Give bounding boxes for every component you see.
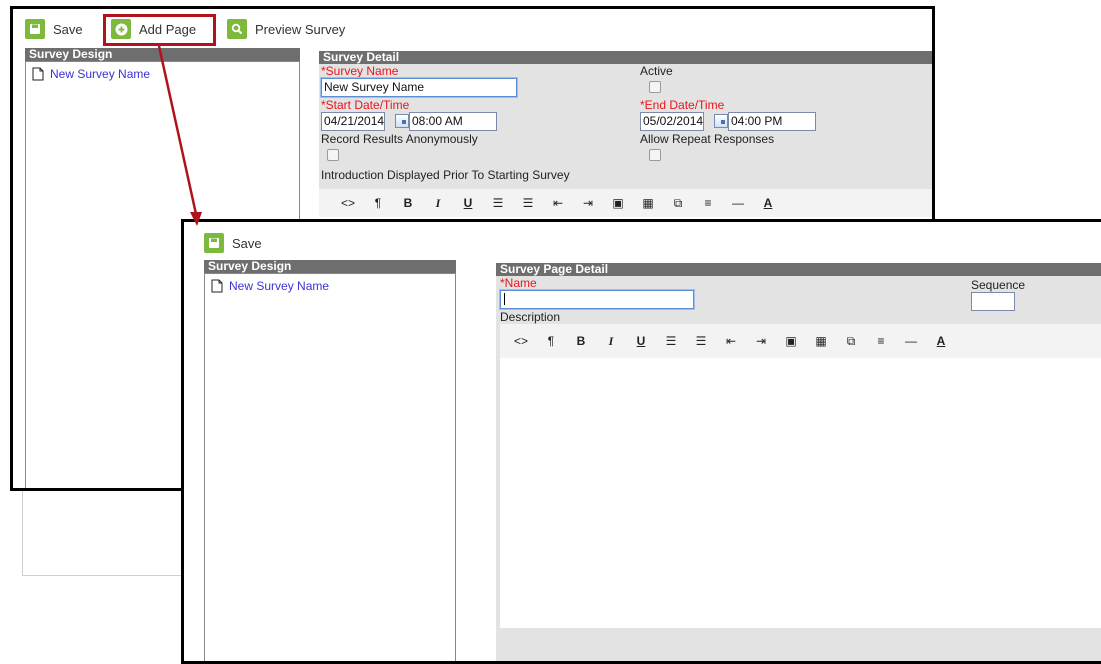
preview-survey-button[interactable]: Preview Survey bbox=[227, 17, 345, 41]
indent-button[interactable]: ⇥ bbox=[573, 196, 603, 210]
active-label: Active bbox=[640, 64, 673, 78]
document-icon bbox=[211, 279, 223, 293]
paragraph-button[interactable]: ¶ bbox=[363, 196, 393, 210]
font-color-button[interactable]: A bbox=[753, 196, 783, 210]
unordered-list-button[interactable]: ☰ bbox=[656, 334, 686, 348]
end-date-label: *End Date/Time bbox=[640, 98, 725, 112]
description-label: Description bbox=[500, 310, 561, 324]
start-date-field[interactable]: 04/21/2014 bbox=[321, 112, 385, 131]
survey-page-detail-header: Survey Page Detail bbox=[496, 263, 1101, 276]
source-code-button[interactable]: <> bbox=[333, 196, 363, 210]
survey-page-detail-panel: *Name Sequence Description <> ¶ B I U ☰ … bbox=[496, 276, 1101, 661]
align-button[interactable]: ≡ bbox=[866, 334, 896, 348]
save-button[interactable]: Save bbox=[204, 231, 262, 255]
bold-button[interactable]: B bbox=[393, 196, 423, 210]
tree-item-survey[interactable]: New Survey Name bbox=[32, 67, 150, 81]
survey-detail-header: Survey Detail bbox=[319, 51, 932, 64]
repeat-label: Allow Repeat Responses bbox=[640, 132, 775, 146]
table-button[interactable]: ▦ bbox=[633, 196, 663, 210]
ordered-list-button[interactable]: ☰ bbox=[513, 196, 543, 210]
table-button[interactable]: ▦ bbox=[806, 334, 836, 348]
save-button[interactable]: Save bbox=[25, 17, 83, 41]
description-editor-toolbar: <> ¶ B I U ☰ ☰ ⇤ ⇥ ▣ ▦ ⧉ ≡ — A bbox=[500, 324, 1101, 358]
add-page-highlight bbox=[103, 14, 216, 46]
preview-survey-label: Preview Survey bbox=[255, 21, 346, 37]
font-color-button[interactable]: A bbox=[926, 334, 956, 348]
start-date-label: *Start Date/Time bbox=[321, 98, 410, 112]
bold-button[interactable]: B bbox=[566, 334, 596, 348]
horizontal-rule-button[interactable]: — bbox=[723, 196, 753, 210]
tree-item-label: New Survey Name bbox=[50, 67, 151, 81]
survey-page-editor-screenshot: Save Survey Design New Survey Name Surve… bbox=[181, 219, 1101, 664]
document-icon bbox=[32, 67, 44, 81]
italic-button[interactable]: I bbox=[596, 334, 626, 349]
source-code-button[interactable]: <> bbox=[506, 334, 536, 348]
page-name-label: *Name bbox=[500, 276, 537, 290]
background-panel bbox=[22, 480, 182, 576]
introduction-label: Introduction Displayed Prior To Starting… bbox=[321, 168, 570, 182]
image-button[interactable]: ▣ bbox=[603, 196, 633, 210]
outdent-button[interactable]: ⇤ bbox=[716, 334, 746, 348]
horizontal-rule-button[interactable]: — bbox=[896, 334, 926, 348]
unordered-list-button[interactable]: ☰ bbox=[483, 196, 513, 210]
survey-design-header: Survey Design bbox=[25, 48, 300, 61]
end-date-field[interactable]: 05/02/2014 bbox=[640, 112, 704, 131]
text-cursor bbox=[504, 293, 505, 305]
outdent-button[interactable]: ⇤ bbox=[543, 196, 573, 210]
survey-design-header: Survey Design bbox=[204, 260, 456, 273]
underline-button[interactable]: U bbox=[626, 334, 656, 348]
survey-design-tree: New Survey Name bbox=[204, 273, 456, 661]
indent-button[interactable]: ⇥ bbox=[746, 334, 776, 348]
search-icon bbox=[227, 19, 247, 39]
image-button[interactable]: ▣ bbox=[776, 334, 806, 348]
save-icon bbox=[204, 233, 224, 253]
survey-detail-panel: *Survey Name New Survey Name Active *Sta… bbox=[319, 64, 932, 189]
description-editor-area[interactable] bbox=[500, 358, 1101, 628]
tree-item-survey[interactable]: New Survey Name bbox=[211, 279, 329, 293]
anonymous-checkbox[interactable] bbox=[327, 149, 339, 161]
underline-button[interactable]: U bbox=[453, 196, 483, 210]
save-label: Save bbox=[232, 235, 262, 251]
survey-name-label: *Survey Name bbox=[321, 64, 399, 78]
repeat-checkbox[interactable] bbox=[649, 149, 661, 161]
sequence-label: Sequence bbox=[971, 278, 1026, 292]
sequence-field[interactable] bbox=[971, 292, 1015, 311]
link-button[interactable]: ⧉ bbox=[836, 334, 866, 349]
intro-editor-toolbar: <> ¶ B I U ☰ ☰ ⇤ ⇥ ▣ ▦ ⧉ ≡ — A bbox=[319, 189, 932, 217]
tree-item-label: New Survey Name bbox=[229, 279, 330, 293]
italic-button[interactable]: I bbox=[423, 196, 453, 211]
survey-name-field[interactable]: New Survey Name bbox=[321, 78, 517, 97]
paragraph-button[interactable]: ¶ bbox=[536, 334, 566, 348]
save-label: Save bbox=[53, 21, 83, 37]
end-time-field[interactable]: 04:00 PM bbox=[728, 112, 816, 131]
page-name-field[interactable] bbox=[500, 290, 694, 309]
start-calendar-icon[interactable] bbox=[395, 114, 409, 128]
active-checkbox[interactable] bbox=[649, 81, 661, 93]
ordered-list-button[interactable]: ☰ bbox=[686, 334, 716, 348]
end-calendar-icon[interactable] bbox=[714, 114, 728, 128]
start-time-field[interactable]: 08:00 AM bbox=[409, 112, 497, 131]
anonymous-label: Record Results Anonymously bbox=[321, 132, 478, 146]
link-button[interactable]: ⧉ bbox=[663, 196, 693, 211]
align-button[interactable]: ≡ bbox=[693, 196, 723, 210]
save-icon bbox=[25, 19, 45, 39]
